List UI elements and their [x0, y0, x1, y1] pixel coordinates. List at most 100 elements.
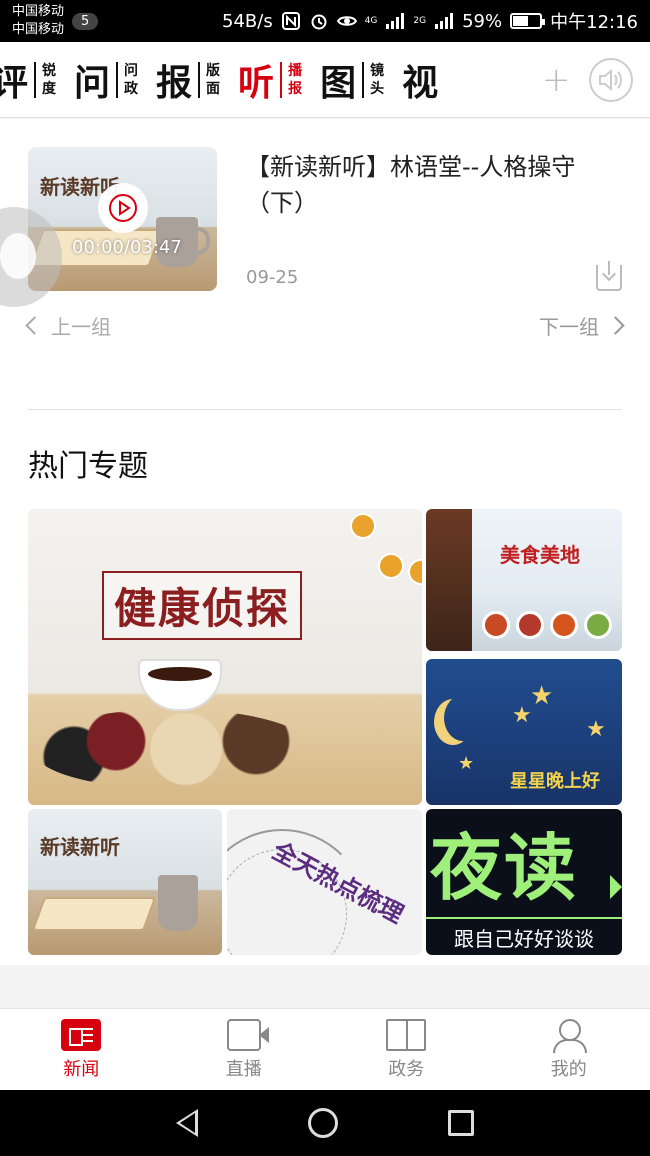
topic-label: 健康侦探	[102, 571, 303, 640]
sim-badge: 5	[72, 12, 99, 30]
battery-percent: 59%	[462, 10, 503, 32]
topic-tile-stars[interactable]: ★ ★ ★ ★ 星星晚上好	[426, 659, 622, 805]
audio-item[interactable]: 新读新听 00:00/03:47 【新读新听】林语堂--人格操守（下） 09-2…	[28, 147, 622, 293]
channel-tab[interactable]: 视	[402, 54, 438, 106]
moon-icon	[444, 695, 482, 741]
channel-sub-label-1: 锐	[42, 62, 57, 79]
topic-tile-reading[interactable]: 新读新听	[28, 809, 222, 955]
channel-sub-label: 版面	[198, 61, 221, 98]
herb-bowl-illustration	[138, 659, 222, 711]
topic-label: 夜读	[430, 826, 579, 910]
herbs-illustration	[32, 709, 312, 789]
topic-label: 星星晚上好	[510, 771, 600, 792]
channel-tab[interactable]: 图镜头	[320, 54, 384, 106]
channel-sub-label: 锐度	[34, 61, 57, 98]
dish-illustration	[550, 611, 578, 639]
clock: 中午12:16	[550, 12, 638, 33]
status-icons: 54B/s 4G 2G 59% 中午12:16	[222, 8, 638, 34]
bottom-tab-bar: 新闻 直播 政务 我的	[0, 1008, 650, 1090]
audio-title[interactable]: 【新读新听】林语堂--人格操守（下）	[246, 149, 622, 221]
topic-label: 新读新听	[40, 835, 120, 859]
channel-sub-label: 问政	[116, 61, 139, 98]
system-nav-bar	[0, 1090, 650, 1156]
carrier-2: 中国移动	[12, 22, 65, 37]
star-icon: ★	[530, 681, 554, 711]
channel-sub-label-2: 度	[42, 80, 57, 97]
tea-cup-illustration	[408, 559, 422, 585]
user-icon	[549, 1018, 589, 1053]
tab-news[interactable]: 新闻	[0, 1009, 163, 1090]
topic-label: 美食美地	[500, 543, 580, 567]
network-speed: 54B/s	[222, 10, 273, 32]
channel-sub-label-2: 报	[288, 80, 303, 97]
book-illustration	[31, 897, 157, 931]
signal-1-icon	[385, 11, 405, 31]
channel-sub-label-1: 镜	[370, 62, 385, 79]
play-triangle-icon	[610, 875, 622, 899]
app-screen: 中国移动 中国移动 5 54B/s 4G 2G 59% 中午12:16 评 锐 …	[0, 0, 650, 1156]
section-title: 热门专题	[28, 449, 148, 484]
channel-main-label: 图	[320, 61, 357, 104]
tab-live[interactable]: 直播	[163, 1009, 326, 1090]
next-group-button[interactable]: 下一组	[539, 311, 625, 340]
tab-label: 直播	[225, 1058, 262, 1080]
signal-1-type: 4G	[364, 15, 378, 26]
recent-apps-icon[interactable]	[448, 1110, 474, 1136]
tab-me[interactable]: 我的	[488, 1009, 650, 1090]
topic-tile-food[interactable]: 美食美地	[426, 509, 622, 651]
chevron-left-icon	[25, 316, 44, 335]
channel-list: 评锐度问问政报版面听播报图镜头视	[0, 54, 520, 106]
channel-main-label: 评	[0, 61, 29, 104]
topic-sublabel: 跟自己好好谈谈	[426, 917, 622, 952]
home-icon[interactable]	[308, 1108, 338, 1138]
speaker-icon[interactable]	[588, 57, 633, 102]
channel-sub-label-1: 版	[206, 62, 221, 79]
channel-tab[interactable]: 听播报	[238, 54, 302, 106]
topic-tile-hotspots[interactable]: 全天热点梳理	[227, 809, 422, 955]
video-icon	[226, 1018, 269, 1051]
channel-sub-label-1: 问	[124, 62, 139, 79]
channel-main-label: 报	[156, 61, 193, 104]
channel-tab[interactable]: 评锐度	[0, 54, 56, 106]
channel-sub-label-1: 播	[288, 62, 303, 79]
next-group-label: 下一组	[539, 315, 599, 339]
channel-nav: 评锐度问问政报版面听播报图镜头视 +	[0, 42, 650, 118]
prev-group-button[interactable]: 上一组	[25, 311, 111, 340]
signal-2-icon	[434, 11, 454, 31]
carrier-1: 中国移动	[12, 4, 65, 19]
audio-date: 09-25	[246, 267, 299, 288]
dish-illustration	[584, 611, 612, 639]
channel-sub-label-2: 政	[124, 80, 139, 97]
signal-2-type: 2G	[413, 15, 427, 26]
prev-group-label: 上一组	[51, 315, 111, 339]
tab-label: 政务	[388, 1058, 425, 1080]
audio-pager: 上一组 下一组	[25, 311, 625, 341]
tab-label: 新闻	[63, 1058, 100, 1080]
building-illustration	[426, 509, 472, 651]
channel-tab[interactable]: 报版面	[156, 54, 220, 106]
star-icon: ★	[512, 703, 532, 728]
topic-tile-health[interactable]: 健康侦探	[28, 509, 422, 805]
star-icon: ★	[458, 753, 475, 774]
channel-sub-label-2: 头	[370, 80, 385, 97]
hot-topics-section: 热门专题 健康侦探 美食美地 ★ ★ ★ ★ 星星晚上好 新读新听 全天热点梳理…	[0, 409, 650, 965]
tab-government[interactable]: 政务	[325, 1009, 488, 1090]
carrier-info: 中国移动 中国移动	[12, 3, 64, 39]
dish-illustration	[482, 611, 510, 639]
tab-label: 我的	[550, 1058, 587, 1080]
topic-tile-night-reading[interactable]: 夜读 跟自己好好谈谈	[426, 809, 622, 955]
chevron-right-icon	[606, 316, 625, 335]
alarm-icon	[309, 11, 329, 31]
channel-main-label: 问	[74, 61, 111, 104]
eye-icon	[336, 11, 357, 31]
add-channel-icon[interactable]: +	[542, 60, 571, 100]
channel-tab[interactable]: 问问政	[74, 54, 138, 106]
play-button[interactable]	[98, 183, 148, 233]
book-icon	[386, 1018, 427, 1051]
download-icon[interactable]	[596, 261, 622, 291]
tea-cup-illustration	[378, 553, 404, 579]
channel-sub-label: 播报	[280, 61, 303, 98]
tea-cup-illustration	[350, 513, 376, 539]
channel-main-label: 听	[238, 61, 275, 104]
back-icon[interactable]	[176, 1109, 198, 1137]
